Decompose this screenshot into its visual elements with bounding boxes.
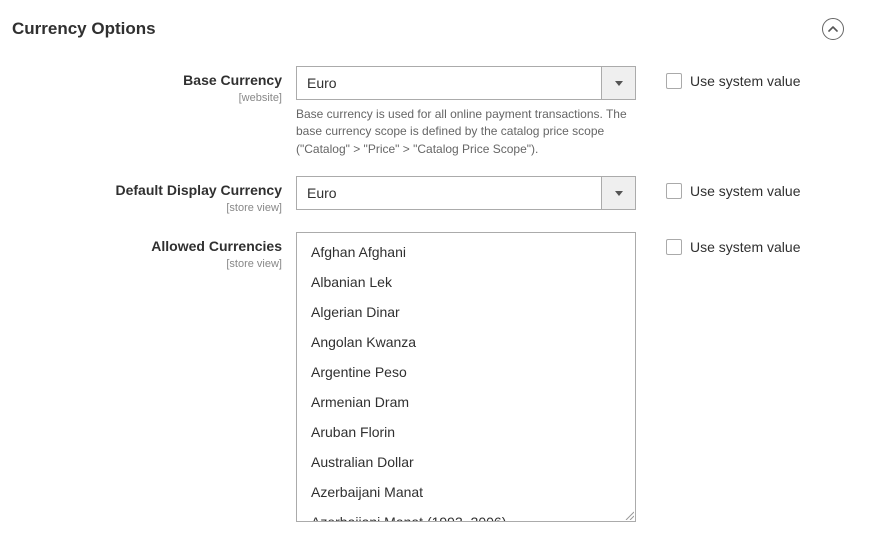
field-label-col: Default Display Currency [store view]: [12, 176, 296, 214]
use-system-value-label: Use system value: [690, 239, 800, 255]
field-control-col: Afghan AfghaniAlbanian LekAlgerian Dinar…: [296, 232, 636, 522]
caret-down-icon: [615, 81, 623, 86]
list-item[interactable]: Algerian Dinar: [297, 297, 635, 327]
allowed-currencies-scope: [store view]: [226, 258, 282, 270]
allowed-currencies-multiselect[interactable]: Afghan AfghaniAlbanian LekAlgerian Dinar…: [296, 232, 636, 522]
dropdown-arrow: [601, 67, 635, 99]
default-display-currency-value: Euro: [297, 185, 601, 201]
chevron-up-icon: [828, 26, 838, 32]
caret-down-icon: [615, 191, 623, 196]
allowed-currencies-use-system-checkbox[interactable]: [666, 239, 682, 255]
collapse-toggle[interactable]: [822, 18, 844, 40]
field-aux-col: Use system value: [636, 232, 800, 255]
base-currency-select[interactable]: Euro: [296, 66, 636, 100]
use-system-value-label: Use system value: [690, 183, 800, 199]
dropdown-arrow: [601, 177, 635, 209]
list-item[interactable]: Azerbaijani Manat: [297, 477, 635, 507]
base-currency-help: Base currency is used for all online pay…: [296, 106, 636, 158]
list-item[interactable]: Afghan Afghani: [297, 237, 635, 267]
allowed-currencies-row: Allowed Currencies [store view] Afghan A…: [12, 232, 844, 522]
section-title: Currency Options: [12, 19, 156, 39]
base-currency-scope: [website]: [239, 92, 282, 104]
base-currency-row: Base Currency [website] Euro Base curren…: [12, 66, 844, 158]
default-display-currency-select[interactable]: Euro: [296, 176, 636, 210]
list-item[interactable]: Azerbaijani Manat (1993–2006): [297, 507, 635, 522]
base-currency-label: Base Currency: [183, 72, 282, 88]
field-aux-col: Use system value: [636, 176, 800, 199]
list-item[interactable]: Angolan Kwanza: [297, 327, 635, 357]
default-display-currency-scope: [store view]: [226, 202, 282, 214]
field-aux-col: Use system value: [636, 66, 800, 89]
list-item[interactable]: Australian Dollar: [297, 447, 635, 477]
field-label-col: Allowed Currencies [store view]: [12, 232, 296, 270]
default-display-currency-label: Default Display Currency: [116, 182, 283, 198]
resize-handle[interactable]: [624, 510, 634, 520]
default-display-currency-use-system-checkbox[interactable]: [666, 183, 682, 199]
allowed-currencies-label: Allowed Currencies: [151, 238, 282, 254]
field-control-col: Euro: [296, 176, 636, 210]
list-item[interactable]: Argentine Peso: [297, 357, 635, 387]
use-system-value-label: Use system value: [690, 73, 800, 89]
base-currency-use-system-checkbox[interactable]: [666, 73, 682, 89]
default-display-currency-row: Default Display Currency [store view] Eu…: [12, 176, 844, 214]
list-item[interactable]: Armenian Dram: [297, 387, 635, 417]
list-item[interactable]: Aruban Florin: [297, 417, 635, 447]
field-label-col: Base Currency [website]: [12, 66, 296, 104]
field-control-col: Euro Base currency is used for all onlin…: [296, 66, 636, 158]
currency-options-section: Currency Options Base Currency [website]…: [0, 0, 870, 540]
list-item[interactable]: Albanian Lek: [297, 267, 635, 297]
base-currency-value: Euro: [297, 75, 601, 91]
section-header: Currency Options: [12, 18, 844, 66]
